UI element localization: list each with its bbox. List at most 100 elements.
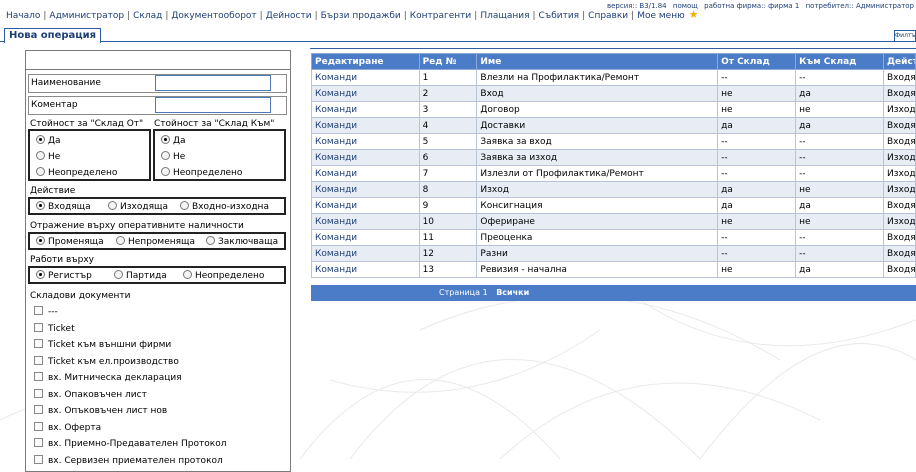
checkbox-icon[interactable]	[34, 355, 43, 365]
nav-item[interactable]: Начало	[6, 11, 40, 21]
column-header[interactable]: Име	[476, 53, 719, 70]
table-row[interactable]: Команди 1 Влезли на Профилактика/Ремонт -- -…	[311, 69, 916, 86]
table-row[interactable]: Команди4ДоставкидадаВходяща	[311, 117, 916, 134]
doc-checkbox[interactable]: Ticket към ел.производство	[34, 355, 179, 367]
doc-checkbox[interactable]: Ticket към външни фирми	[34, 339, 171, 350]
radio-circle-icon[interactable]	[180, 201, 189, 210]
nav-item[interactable]: Документооборот	[171, 11, 256, 21]
help-link[interactable]: помощ	[673, 2, 698, 10]
doc-checkbox[interactable]: вх. Приемно-Предавателен Протокол	[34, 438, 226, 449]
commands-link[interactable]: Команди	[311, 85, 420, 102]
commands-link[interactable]: Команди	[311, 213, 420, 230]
to-radio[interactable]: Неопределено	[161, 167, 242, 178]
radio-circle-icon[interactable]	[161, 151, 170, 160]
checkbox-icon[interactable]	[34, 339, 43, 348]
nav-item[interactable]: Бързи продажби	[321, 11, 401, 21]
works-radio[interactable]: Регистър	[36, 270, 92, 281]
nav-item[interactable]: Склад	[133, 11, 162, 21]
radio-circle-icon[interactable]	[108, 201, 117, 210]
column-header[interactable]: Към Склад	[795, 53, 884, 70]
table-row[interactable]: Команди13Ревизия - началнанедаВходяща	[311, 261, 916, 278]
to-radio[interactable]: Да	[161, 135, 186, 146]
name-input[interactable]	[155, 75, 271, 91]
radio-circle-icon[interactable]	[36, 270, 45, 279]
radio-circle-icon[interactable]	[36, 151, 45, 160]
table-row[interactable]: Команди11Преоценка----Входяща	[311, 229, 916, 246]
radio-circle-icon[interactable]	[116, 236, 125, 245]
checkbox-icon[interactable]	[34, 438, 43, 447]
doc-checkbox[interactable]: ---	[34, 306, 58, 317]
commands-link[interactable]: Команди	[311, 149, 420, 166]
commands-link[interactable]: Команди	[311, 69, 420, 86]
show-all-link[interactable]: Всички	[496, 288, 529, 297]
doc-checkbox[interactable]: вх. Опаковъчен лист	[34, 388, 147, 400]
reflect-radio[interactable]: Заключваща	[206, 236, 278, 247]
radio-circle-icon[interactable]	[161, 167, 170, 176]
comment-input[interactable]	[155, 97, 271, 113]
doc-checkbox[interactable]: вх. Опъковъчен лист нов	[34, 405, 167, 416]
table-row[interactable]: Команди12Разни----Входяща	[311, 245, 916, 262]
checkbox-icon[interactable]	[34, 421, 43, 431]
commands-link[interactable]: Команди	[311, 165, 420, 182]
action-radio[interactable]: Входяща	[36, 201, 91, 212]
from-radio[interactable]: Да	[36, 135, 61, 146]
column-header[interactable]: От Склад	[717, 53, 797, 70]
checkbox-icon[interactable]	[34, 372, 43, 381]
commands-link[interactable]: Команди	[311, 245, 420, 262]
reflect-radio[interactable]: Непроменяща	[116, 236, 195, 247]
nav-item[interactable]: Справки	[588, 11, 628, 21]
radio-circle-icon[interactable]	[206, 236, 215, 245]
table-row[interactable]: Команди6Заявка за изход----Изходяща	[311, 149, 916, 166]
checkbox-icon[interactable]	[34, 306, 43, 315]
nav-item[interactable]: Плащания	[480, 11, 529, 21]
radio-circle-icon[interactable]	[36, 135, 45, 144]
doc-checkbox[interactable]: вх. Митническа декларация	[34, 372, 182, 383]
works-radio[interactable]: Неопределено	[183, 270, 264, 281]
table-row[interactable]: Команди9КонсигнациядадаВходяща	[311, 197, 916, 214]
tab-filter[interactable]: Филтър	[894, 30, 916, 42]
works-radio[interactable]: Партида	[114, 270, 167, 281]
column-header[interactable]: Ред №	[418, 53, 478, 70]
commands-link[interactable]: Команди	[311, 197, 420, 214]
nav-item[interactable]: Мое меню	[637, 11, 684, 21]
radio-circle-icon[interactable]	[36, 201, 45, 210]
table-row[interactable]: Команди3ДоговорненеИзходяща	[311, 101, 916, 118]
tab-new-operation[interactable]: Нова операция	[4, 28, 102, 43]
radio-circle-icon[interactable]	[36, 167, 45, 176]
from-radio[interactable]: Неопределено	[36, 167, 117, 178]
nav-item[interactable]: Събития	[539, 11, 580, 21]
commands-link[interactable]: Команди	[311, 133, 420, 150]
action-radio[interactable]: Входно-изходна	[180, 201, 269, 212]
table-row[interactable]: Команди8ИзходданеИзходяща	[311, 181, 916, 198]
radio-circle-icon[interactable]	[183, 270, 192, 279]
from-radio[interactable]: Не	[36, 151, 60, 162]
table-row[interactable]: Команди10ОфериранененеИзходяща	[311, 213, 916, 230]
doc-checkbox[interactable]: вх. Оферта	[34, 421, 101, 433]
commands-link[interactable]: Команди	[311, 229, 420, 246]
checkbox-icon[interactable]	[34, 388, 43, 398]
commands-link[interactable]: Команди	[311, 101, 420, 118]
checkbox-icon[interactable]	[34, 454, 43, 464]
table-row[interactable]: Команди5Заявка за вход----Входяща	[311, 133, 916, 150]
nav-item[interactable]: Контрагенти	[410, 11, 472, 21]
radio-circle-icon[interactable]	[114, 270, 123, 279]
table-row[interactable]: Команди2ВходнедаВходяща	[311, 85, 916, 102]
commands-link[interactable]: Команди	[311, 261, 420, 278]
doc-checkbox[interactable]: вх. Сервизен приемателен протокол	[34, 454, 223, 466]
checkbox-icon[interactable]	[34, 405, 43, 414]
doc-checkbox[interactable]: Ticket	[34, 322, 75, 334]
to-radio[interactable]: Не	[161, 151, 185, 162]
table-row[interactable]: Команди 7 Излезли от Профилактика/Ремонт --…	[311, 165, 916, 182]
radio-circle-icon[interactable]	[36, 236, 45, 245]
column-header[interactable]: Редактиране	[311, 53, 420, 70]
commands-link[interactable]: Команди	[311, 117, 420, 134]
checkbox-icon[interactable]	[34, 322, 43, 332]
page-number[interactable]: 1	[483, 288, 488, 297]
nav-item[interactable]: Администратор	[49, 11, 124, 21]
radio-circle-icon[interactable]	[161, 135, 170, 144]
action-radio[interactable]: Изходяща	[108, 201, 168, 212]
commands-link[interactable]: Команди	[311, 181, 420, 198]
nav-item[interactable]: Дейности	[266, 11, 312, 21]
reflect-radio[interactable]: Променяща	[36, 236, 104, 247]
column-header[interactable]: Действие	[882, 53, 916, 70]
